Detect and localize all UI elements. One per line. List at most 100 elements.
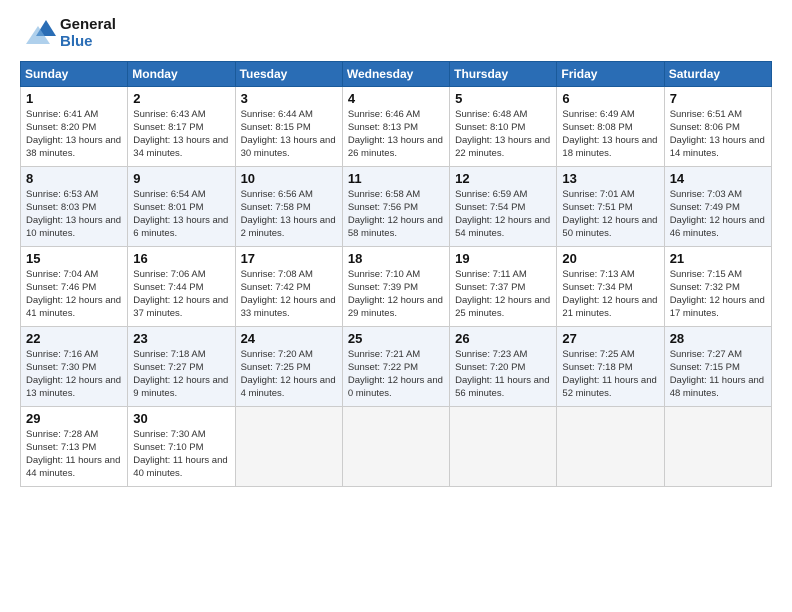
weekday-header-saturday: Saturday	[664, 61, 771, 86]
sunset: Sunset: 7:46 PM	[26, 282, 96, 293]
daylight-label: Daylight: 13 hours and 10 minutes.	[26, 215, 121, 239]
logo-blue: Blue	[60, 33, 116, 50]
day-number: 5	[455, 91, 551, 106]
sunrise: Sunrise: 7:30 AM	[133, 429, 205, 440]
sunrise: Sunrise: 6:43 AM	[133, 109, 205, 120]
sunset: Sunset: 7:39 PM	[348, 282, 418, 293]
calendar-cell	[342, 406, 449, 486]
weekday-header-tuesday: Tuesday	[235, 61, 342, 86]
day-number: 27	[562, 331, 658, 346]
logo-svg: General Blue	[20, 16, 116, 51]
sunset: Sunset: 8:13 PM	[348, 122, 418, 133]
day-info: Sunrise: 6:43 AM Sunset: 8:17 PM Dayligh…	[133, 108, 229, 161]
daylight-label: Daylight: 13 hours and 22 minutes.	[455, 135, 550, 159]
sunrise: Sunrise: 6:53 AM	[26, 189, 98, 200]
calendar-cell: 17 Sunrise: 7:08 AM Sunset: 7:42 PM Dayl…	[235, 246, 342, 326]
daylight-label: Daylight: 12 hours and 41 minutes.	[26, 295, 121, 319]
calendar-cell: 12 Sunrise: 6:59 AM Sunset: 7:54 PM Dayl…	[450, 166, 557, 246]
day-number: 2	[133, 91, 229, 106]
calendar: SundayMondayTuesdayWednesdayThursdayFrid…	[20, 61, 772, 487]
daylight-label: Daylight: 13 hours and 6 minutes.	[133, 215, 228, 239]
day-number: 29	[26, 411, 122, 426]
sunset: Sunset: 8:01 PM	[133, 202, 203, 213]
day-number: 12	[455, 171, 551, 186]
week-row-2: 8 Sunrise: 6:53 AM Sunset: 8:03 PM Dayli…	[21, 166, 772, 246]
sunrise: Sunrise: 7:23 AM	[455, 349, 527, 360]
day-info: Sunrise: 7:04 AM Sunset: 7:46 PM Dayligh…	[26, 268, 122, 321]
day-number: 17	[241, 251, 337, 266]
day-info: Sunrise: 6:51 AM Sunset: 8:06 PM Dayligh…	[670, 108, 766, 161]
daylight-label: Daylight: 11 hours and 48 minutes.	[670, 375, 764, 399]
daylight-label: Daylight: 12 hours and 46 minutes.	[670, 215, 765, 239]
day-number: 14	[670, 171, 766, 186]
calendar-cell: 26 Sunrise: 7:23 AM Sunset: 7:20 PM Dayl…	[450, 326, 557, 406]
sunrise: Sunrise: 7:01 AM	[562, 189, 634, 200]
sunset: Sunset: 8:08 PM	[562, 122, 632, 133]
day-info: Sunrise: 6:41 AM Sunset: 8:20 PM Dayligh…	[26, 108, 122, 161]
calendar-cell: 5 Sunrise: 6:48 AM Sunset: 8:10 PM Dayli…	[450, 86, 557, 166]
day-info: Sunrise: 7:01 AM Sunset: 7:51 PM Dayligh…	[562, 188, 658, 241]
sunset: Sunset: 7:13 PM	[26, 442, 96, 453]
day-info: Sunrise: 7:08 AM Sunset: 7:42 PM Dayligh…	[241, 268, 337, 321]
sunrise: Sunrise: 6:41 AM	[26, 109, 98, 120]
sunset: Sunset: 8:17 PM	[133, 122, 203, 133]
day-number: 15	[26, 251, 122, 266]
calendar-cell: 19 Sunrise: 7:11 AM Sunset: 7:37 PM Dayl…	[450, 246, 557, 326]
calendar-cell: 2 Sunrise: 6:43 AM Sunset: 8:17 PM Dayli…	[128, 86, 235, 166]
sunrise: Sunrise: 7:08 AM	[241, 269, 313, 280]
calendar-cell: 1 Sunrise: 6:41 AM Sunset: 8:20 PM Dayli…	[21, 86, 128, 166]
day-number: 1	[26, 91, 122, 106]
sunrise: Sunrise: 7:27 AM	[670, 349, 742, 360]
sunrise: Sunrise: 6:51 AM	[670, 109, 742, 120]
calendar-cell: 14 Sunrise: 7:03 AM Sunset: 7:49 PM Dayl…	[664, 166, 771, 246]
page: General Blue SundayMondayTuesdayWednesda…	[0, 0, 792, 612]
calendar-cell: 28 Sunrise: 7:27 AM Sunset: 7:15 PM Dayl…	[664, 326, 771, 406]
calendar-cell: 22 Sunrise: 7:16 AM Sunset: 7:30 PM Dayl…	[21, 326, 128, 406]
day-info: Sunrise: 7:27 AM Sunset: 7:15 PM Dayligh…	[670, 348, 766, 401]
day-info: Sunrise: 7:30 AM Sunset: 7:10 PM Dayligh…	[133, 428, 229, 481]
calendar-cell: 21 Sunrise: 7:15 AM Sunset: 7:32 PM Dayl…	[664, 246, 771, 326]
day-number: 13	[562, 171, 658, 186]
sunrise: Sunrise: 7:11 AM	[455, 269, 527, 280]
daylight-label: Daylight: 12 hours and 29 minutes.	[348, 295, 443, 319]
sunrise: Sunrise: 7:20 AM	[241, 349, 313, 360]
sunset: Sunset: 8:06 PM	[670, 122, 740, 133]
calendar-cell: 4 Sunrise: 6:46 AM Sunset: 8:13 PM Dayli…	[342, 86, 449, 166]
day-info: Sunrise: 7:03 AM Sunset: 7:49 PM Dayligh…	[670, 188, 766, 241]
sunrise: Sunrise: 7:06 AM	[133, 269, 205, 280]
header: General Blue	[20, 16, 772, 51]
daylight-label: Daylight: 11 hours and 52 minutes.	[562, 375, 656, 399]
weekday-header-wednesday: Wednesday	[342, 61, 449, 86]
daylight-label: Daylight: 13 hours and 38 minutes.	[26, 135, 121, 159]
logo-general: General	[60, 16, 116, 33]
sunset: Sunset: 7:34 PM	[562, 282, 632, 293]
day-number: 24	[241, 331, 337, 346]
sunset: Sunset: 7:42 PM	[241, 282, 311, 293]
day-info: Sunrise: 6:44 AM Sunset: 8:15 PM Dayligh…	[241, 108, 337, 161]
calendar-cell: 7 Sunrise: 6:51 AM Sunset: 8:06 PM Dayli…	[664, 86, 771, 166]
sunrise: Sunrise: 6:59 AM	[455, 189, 527, 200]
weekday-header-friday: Friday	[557, 61, 664, 86]
sunset: Sunset: 7:10 PM	[133, 442, 203, 453]
day-number: 23	[133, 331, 229, 346]
day-info: Sunrise: 6:46 AM Sunset: 8:13 PM Dayligh…	[348, 108, 444, 161]
sunset: Sunset: 7:32 PM	[670, 282, 740, 293]
daylight-label: Daylight: 12 hours and 54 minutes.	[455, 215, 550, 239]
week-row-4: 22 Sunrise: 7:16 AM Sunset: 7:30 PM Dayl…	[21, 326, 772, 406]
sunset: Sunset: 8:03 PM	[26, 202, 96, 213]
daylight-label: Daylight: 12 hours and 58 minutes.	[348, 215, 443, 239]
sunset: Sunset: 7:22 PM	[348, 362, 418, 373]
week-row-3: 15 Sunrise: 7:04 AM Sunset: 7:46 PM Dayl…	[21, 246, 772, 326]
week-row-1: 1 Sunrise: 6:41 AM Sunset: 8:20 PM Dayli…	[21, 86, 772, 166]
day-info: Sunrise: 7:11 AM Sunset: 7:37 PM Dayligh…	[455, 268, 551, 321]
calendar-cell	[235, 406, 342, 486]
sunrise: Sunrise: 7:13 AM	[562, 269, 634, 280]
day-number: 11	[348, 171, 444, 186]
sunset: Sunset: 7:58 PM	[241, 202, 311, 213]
sunset: Sunset: 7:27 PM	[133, 362, 203, 373]
sunset: Sunset: 7:51 PM	[562, 202, 632, 213]
calendar-cell: 16 Sunrise: 7:06 AM Sunset: 7:44 PM Dayl…	[128, 246, 235, 326]
sunset: Sunset: 7:18 PM	[562, 362, 632, 373]
sunrise: Sunrise: 6:49 AM	[562, 109, 634, 120]
day-info: Sunrise: 6:56 AM Sunset: 7:58 PM Dayligh…	[241, 188, 337, 241]
